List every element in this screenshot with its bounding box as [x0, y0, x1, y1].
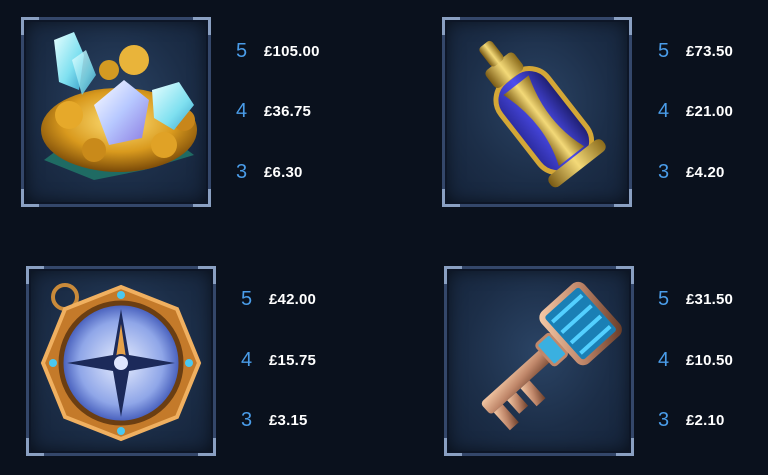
pay-row: 4 £10.50 [658, 348, 733, 372]
match-count: 5 [236, 39, 248, 62]
match-count: 4 [236, 99, 248, 122]
pay-row: 3 £3.15 [241, 408, 308, 432]
match-count: 3 [658, 408, 670, 431]
match-count: 5 [658, 287, 670, 310]
payout-amount: £15.75 [269, 351, 317, 369]
match-count: 3 [236, 160, 248, 183]
hourglass-bottle-icon [479, 40, 606, 188]
payout-amount: £31.50 [686, 290, 734, 308]
pay-row: 5 £31.50 [658, 287, 733, 311]
symbol-frame-gold-crystals [21, 17, 211, 207]
pay-row: 5 £73.50 [658, 39, 733, 63]
key-icon [481, 281, 622, 431]
match-count: 5 [241, 287, 253, 310]
match-count: 3 [241, 408, 253, 431]
pay-row: 3 £2.10 [658, 408, 725, 432]
payout-amount: £2.10 [686, 411, 725, 429]
payout-amount: £6.30 [264, 163, 303, 181]
pay-row: 4 £15.75 [241, 348, 316, 372]
pay-row: 5 £42.00 [241, 287, 316, 311]
match-count: 3 [658, 160, 670, 183]
symbol-frame-key [444, 266, 634, 456]
match-count: 4 [658, 99, 670, 122]
pay-row: 4 £36.75 [236, 99, 311, 123]
pay-row: 3 £6.30 [236, 160, 303, 184]
payout-amount: £10.50 [686, 351, 734, 369]
symbol-frame-compass [26, 266, 216, 456]
payout-amount: £4.20 [686, 163, 725, 181]
payout-amount: £21.00 [686, 102, 734, 120]
pay-row: 3 £4.20 [658, 160, 725, 184]
compass-icon [40, 283, 202, 442]
payout-amount: £42.00 [269, 290, 317, 308]
pay-row: 4 £21.00 [658, 99, 733, 123]
payout-amount: £73.50 [686, 42, 734, 60]
match-count: 5 [658, 39, 670, 62]
match-count: 4 [658, 348, 670, 371]
pay-row: 5 £105.00 [236, 39, 320, 63]
payout-amount: £3.15 [269, 411, 308, 429]
symbol-frame-hourglass-bottle [442, 17, 632, 207]
payout-amount: £105.00 [264, 42, 320, 60]
gold-crystals-icon [41, 32, 197, 180]
match-count: 4 [241, 348, 253, 371]
payout-amount: £36.75 [264, 102, 312, 120]
